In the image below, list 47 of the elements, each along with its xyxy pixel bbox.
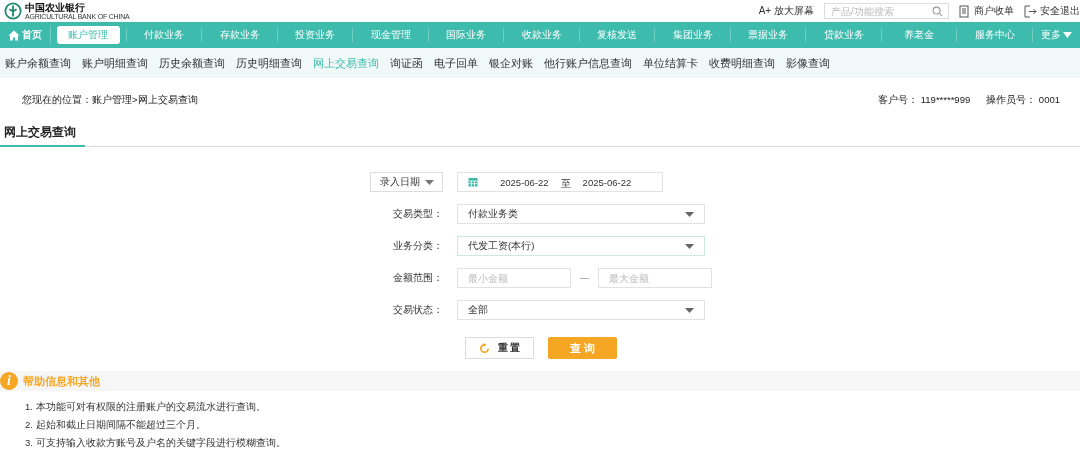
help-text: 3. 可支持输入收款方账号及户名的关键字段进行模糊查询。 (25, 437, 287, 450)
operator-number: 操作员号： 0001 (986, 93, 1060, 107)
dropdown-icon (425, 179, 434, 185)
dropdown-icon (685, 211, 694, 217)
field-label: 业务分类： (393, 239, 443, 253)
field-label: 金额范围： (393, 271, 443, 285)
home-icon (8, 29, 20, 41)
dropdown-icon (685, 307, 694, 313)
date-range-field[interactable]: 2025-06-22 至 2025-06-22 (457, 172, 663, 192)
select-field[interactable]: 付款业务类 (457, 204, 705, 224)
document-icon (959, 4, 971, 18)
page-title: 网上交易查询 (0, 124, 85, 147)
help-title: 帮助信息和其他 (23, 373, 100, 389)
dropdown-icon (685, 243, 694, 249)
subnav-link[interactable]: 银企对账 (489, 55, 533, 71)
subnav-link[interactable]: 历史明细查询 (236, 55, 302, 71)
header-link[interactable]: 商户收单 (959, 4, 1014, 18)
bank-name: 中国农业银行 (25, 2, 85, 13)
customer-number: 客户号： 119*****999 (878, 93, 971, 107)
search-icon (932, 5, 943, 17)
subnav-link[interactable]: 询证函 (390, 55, 423, 71)
calendar-icon (468, 177, 478, 187)
subnav-link[interactable]: 他行账户信息查询 (544, 55, 632, 71)
exit-icon (1024, 4, 1037, 18)
help-text: 2. 起始和截止日期间隔不能超过三个月。 (25, 419, 207, 432)
subnav-link[interactable]: 历史余额查询 (159, 55, 225, 71)
subnav-link[interactable]: 影像查询 (786, 55, 830, 71)
help-text: 1. 本功能可对有权限的注册账户的交易流水进行查询。 (25, 401, 267, 414)
field-label: 交易类型： (393, 207, 443, 221)
subnav-link[interactable]: 单位结算卡 (643, 55, 698, 71)
range-separator: — (580, 273, 589, 283)
breadcrumb: 您现在的位置：账户管理>网上交易查询 (22, 93, 198, 107)
subnav-link[interactable]: 电子回单 (434, 55, 478, 71)
header-link[interactable]: 安全退出 (1024, 4, 1080, 18)
subnav-link[interactable]: 账户余额查询 (5, 55, 71, 71)
refresh-icon (478, 342, 490, 354)
field-label: 交易状态： (393, 303, 443, 317)
info-icon: i (0, 372, 18, 390)
select-field[interactable]: 全部 (457, 300, 705, 320)
bank-logo-icon (4, 2, 22, 20)
select-field[interactable]: 代发工资(本行) (457, 236, 705, 256)
caret-icon (1063, 32, 1072, 38)
subnav-link[interactable]: 账户明细查询 (82, 55, 148, 71)
date-type-select[interactable]: 录入日期 (370, 172, 443, 192)
reset-button[interactable]: 重 置 (465, 337, 534, 359)
subnav-link[interactable]: 收费明细查询 (709, 55, 775, 71)
zoom-link[interactable]: A+ 放大屏幕 (758, 4, 814, 18)
